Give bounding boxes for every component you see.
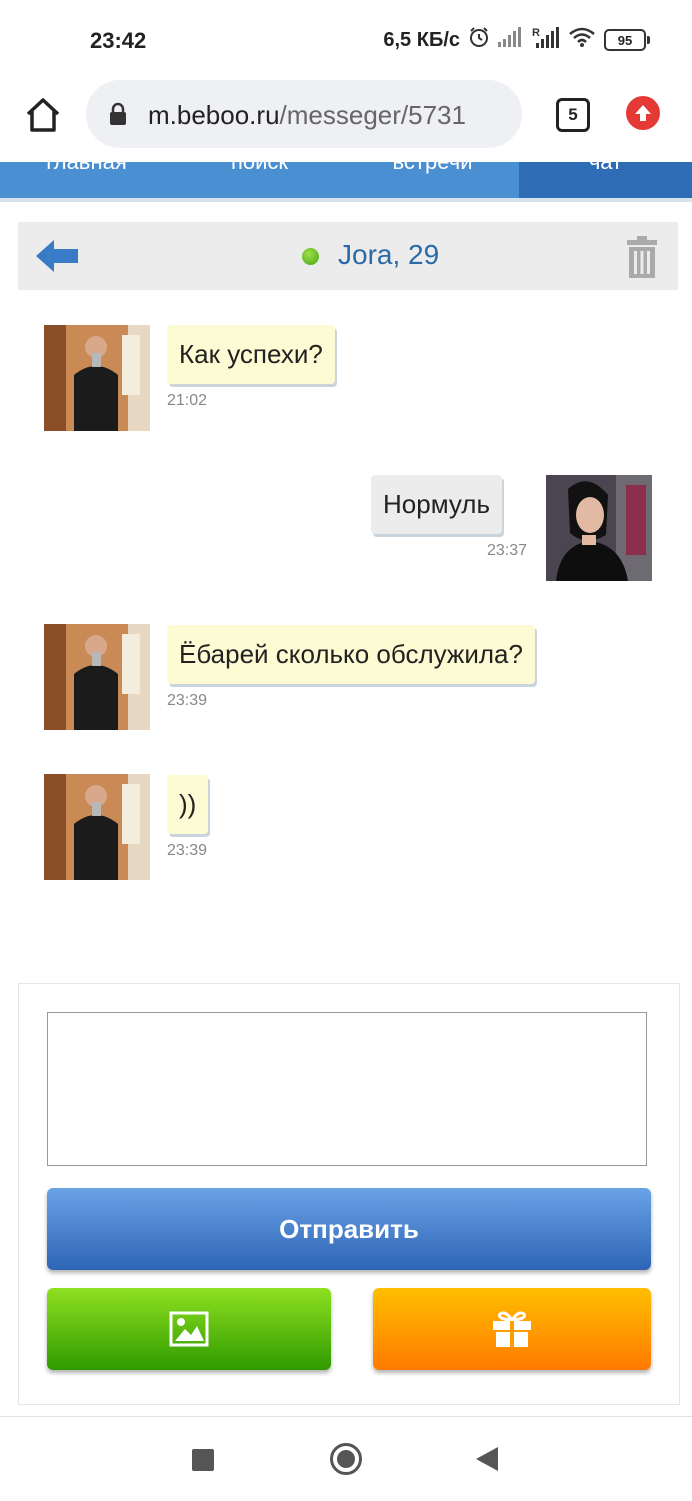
send-photo-button[interactable] xyxy=(47,1288,331,1370)
url-host: m.beboo.ru xyxy=(148,100,280,130)
tab-count: 5 xyxy=(568,105,578,124)
lock-icon xyxy=(108,102,128,131)
back-system-button[interactable] xyxy=(476,1447,498,1471)
tab-chat[interactable]: чат xyxy=(519,162,692,198)
site-nav: главная поиск встречи чат xyxy=(0,162,692,202)
image-icon xyxy=(169,1311,209,1347)
message-composer: Отправить xyxy=(18,983,680,1405)
home-button[interactable] xyxy=(22,94,64,136)
delete-chat-button[interactable] xyxy=(626,236,658,283)
tab-meetings-label: встречи xyxy=(392,162,472,174)
signal-roaming-icon: R xyxy=(532,26,560,54)
chat-partner-name[interactable]: Jora, 29 xyxy=(338,239,439,271)
avatar-partner[interactable] xyxy=(44,624,150,730)
home-icon xyxy=(26,98,60,132)
address-bar[interactable]: m.beboo.ru/messeger/5731 xyxy=(86,80,522,148)
avatar-partner[interactable] xyxy=(44,325,150,431)
trash-icon xyxy=(627,236,657,278)
arrow-up-icon xyxy=(635,105,651,121)
message-bubble: )) xyxy=(167,775,209,834)
avatar-self[interactable] xyxy=(546,475,652,581)
signal-icon xyxy=(498,27,524,53)
tab-search-label: поиск xyxy=(231,162,288,174)
home-system-button[interactable] xyxy=(330,1443,362,1475)
browser-toolbar: m.beboo.ru/messeger/5731 5 xyxy=(0,80,692,162)
message-time: 23:39 xyxy=(167,692,208,709)
svg-text:R: R xyxy=(532,27,540,39)
avatar-partner[interactable] xyxy=(44,774,150,880)
tab-main[interactable]: главная xyxy=(0,162,173,198)
message-bubble: Как успехи? xyxy=(167,325,335,384)
arrow-left-icon xyxy=(36,240,78,272)
status-icons: 6,5 КБ/с R 95 xyxy=(383,26,650,54)
message-time: 21:02 xyxy=(167,392,208,409)
tab-main-label: главная xyxy=(46,162,127,174)
alarm-icon xyxy=(468,26,490,54)
message-time: 23:37 xyxy=(487,542,528,559)
online-indicator xyxy=(302,248,319,265)
update-button[interactable] xyxy=(626,96,660,130)
back-button[interactable] xyxy=(34,238,80,279)
tab-chat-label: чат xyxy=(589,162,622,174)
send-button[interactable]: Отправить xyxy=(47,1188,651,1270)
recents-button[interactable] xyxy=(192,1449,214,1471)
battery-icon: 95 xyxy=(604,29,650,51)
tab-search[interactable]: поиск xyxy=(173,162,346,198)
message-bubble: Нормуль xyxy=(371,475,503,534)
wifi-icon xyxy=(568,26,596,54)
url-text: m.beboo.ru/messeger/5731 xyxy=(148,100,466,131)
status-bar: 23:42 6,5 КБ/с R 95 xyxy=(0,0,692,80)
tab-meetings[interactable]: встречи xyxy=(346,162,519,198)
gift-icon xyxy=(493,1311,531,1347)
url-path: /messeger/5731 xyxy=(279,100,466,130)
chat-header: Jora, 29 xyxy=(18,222,678,290)
network-speed: 6,5 КБ/с xyxy=(383,28,460,51)
tabs-button[interactable]: 5 xyxy=(556,98,590,132)
send-gift-button[interactable] xyxy=(373,1288,651,1370)
battery-level: 95 xyxy=(604,29,646,51)
message-time: 23:39 xyxy=(167,842,208,859)
message-input[interactable] xyxy=(47,1012,647,1166)
system-nav-bar xyxy=(0,1416,692,1501)
send-button-label: Отправить xyxy=(279,1213,419,1244)
status-time: 23:42 xyxy=(90,28,147,53)
message-bubble: Ёбарей сколько обслужила? xyxy=(167,625,535,684)
